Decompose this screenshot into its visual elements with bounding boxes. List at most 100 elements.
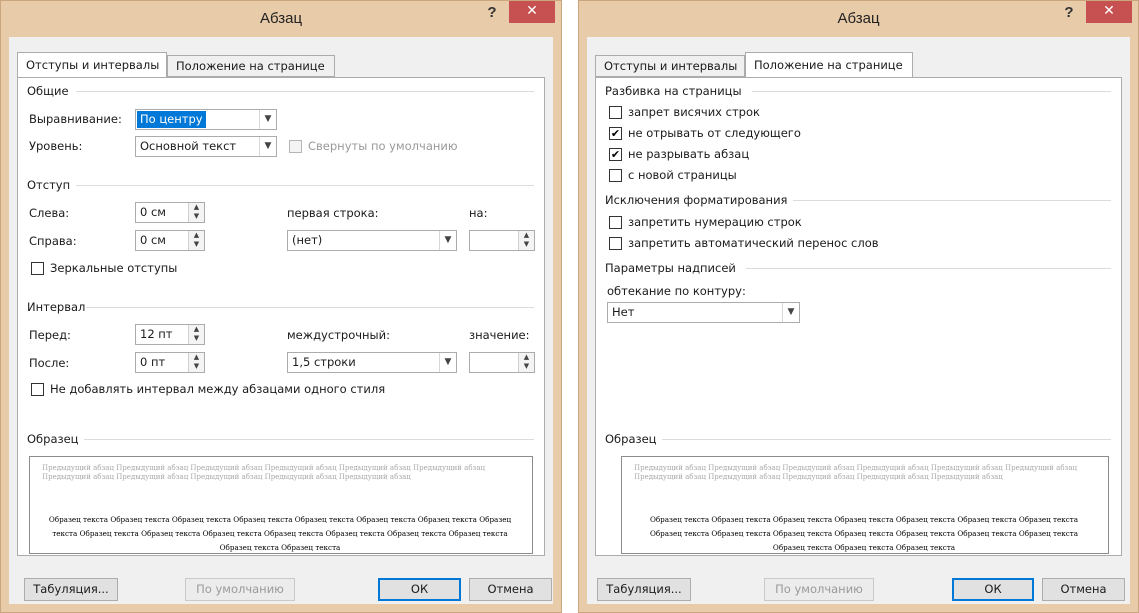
- spacing-before-value: 12 пт: [140, 327, 173, 341]
- tab-line-page-breaks[interactable]: Положение на странице: [745, 52, 913, 77]
- spin-down-icon[interactable]: ▼: [519, 240, 534, 249]
- page-break-before-checkbox[interactable]: [609, 169, 622, 182]
- alignment-select[interactable]: По центру ▼: [135, 109, 277, 130]
- suppress-line-numbers-label: запретить нумерацию строк: [628, 215, 802, 229]
- collapsed-by-default-checkbox[interactable]: [289, 140, 302, 153]
- first-line-select[interactable]: (нет) ▼: [287, 230, 457, 251]
- line-spacing-label: междустрочный:: [287, 328, 390, 342]
- outline-level-select[interactable]: Основной текст ▼: [135, 136, 277, 157]
- alignment-value: По центру: [137, 111, 206, 128]
- title-bar: Абзац ? ✕: [579, 1, 1138, 37]
- close-icon[interactable]: ✕: [1086, 1, 1132, 23]
- spin-down-icon[interactable]: ▼: [519, 362, 534, 371]
- group-divider: [76, 185, 534, 186]
- indent-left-spinner[interactable]: 0 см ▲ ▼: [135, 202, 205, 223]
- spin-down-icon[interactable]: ▼: [189, 334, 204, 343]
- spacing-at-spinner[interactable]: ▲ ▼: [469, 352, 535, 373]
- indent-right-label: Справа:: [29, 234, 77, 248]
- spin-up-icon[interactable]: ▲: [189, 325, 204, 334]
- group-pagination-title: Разбивка на страницы: [605, 84, 742, 98]
- line-spacing-value: 1,5 строки: [292, 355, 356, 369]
- keep-lines-together-label: не разрывать абзац: [628, 147, 750, 161]
- dialog-title: Абзац: [837, 10, 880, 27]
- alignment-label: Выравнивание:: [29, 112, 122, 126]
- spin-down-icon[interactable]: ▼: [189, 212, 204, 221]
- indent-left-label: Слева:: [29, 206, 70, 220]
- spin-up-icon[interactable]: ▲: [189, 203, 204, 212]
- keep-with-next-checkbox[interactable]: ✔: [609, 127, 622, 140]
- no-space-same-style-checkbox[interactable]: [31, 383, 44, 396]
- paragraph-dialog-indents: Абзац ? ✕ Отступы и интервалы Положение …: [0, 0, 562, 613]
- ok-button[interactable]: ОК: [952, 578, 1034, 601]
- indent-right-spinner[interactable]: 0 см ▲ ▼: [135, 230, 205, 251]
- dont-hyphenate-label: запретить автоматический перенос слов: [628, 236, 879, 250]
- group-divider: [662, 439, 1111, 440]
- mirror-indents-checkbox[interactable]: [31, 262, 44, 275]
- spin-buttons[interactable]: ▲ ▼: [188, 353, 204, 372]
- spacing-after-label: После:: [29, 356, 70, 370]
- mirror-indents-label: Зеркальные отступы: [50, 261, 178, 275]
- tab-indents-spacing[interactable]: Отступы и интервалы: [17, 52, 167, 77]
- spin-up-icon[interactable]: ▲: [519, 353, 534, 362]
- group-divider: [746, 268, 1111, 269]
- indent-left-value: 0 см: [140, 205, 166, 219]
- spacing-before-label: Перед:: [29, 328, 71, 342]
- spin-buttons[interactable]: ▲ ▼: [518, 353, 534, 372]
- first-line-label: первая строка:: [287, 206, 379, 220]
- help-icon[interactable]: ?: [479, 3, 505, 25]
- tabs-button[interactable]: Табуляция...: [24, 578, 118, 601]
- spin-buttons[interactable]: ▲ ▼: [188, 325, 204, 344]
- cancel-button[interactable]: Отмена: [1042, 578, 1125, 601]
- cancel-button[interactable]: Отмена: [469, 578, 552, 601]
- chevron-down-icon: ▼: [259, 137, 276, 156]
- dialog-body: Отступы и интервалы Положение на страниц…: [587, 37, 1130, 604]
- ok-button[interactable]: ОК: [378, 578, 461, 601]
- first-line-value: (нет): [292, 233, 323, 247]
- spin-down-icon[interactable]: ▼: [189, 240, 204, 249]
- spacing-after-spinner[interactable]: 0 пт ▲ ▼: [135, 352, 205, 373]
- close-icon[interactable]: ✕: [509, 1, 555, 23]
- tab-panel: Общие Выравнивание: По центру ▼ Уровень:…: [17, 77, 545, 556]
- group-divider: [84, 439, 534, 440]
- preview-box: Предыдущий абзац Предыдущий абзац Предыд…: [621, 456, 1109, 554]
- tab-indents-spacing[interactable]: Отступы и интервалы: [595, 55, 745, 77]
- paragraph-dialog-page-breaks: Абзац ? ✕ Отступы и интервалы Положение …: [578, 0, 1139, 613]
- group-general-title: Общие: [27, 84, 69, 98]
- widow-control-label: запрет висячих строк: [628, 105, 760, 119]
- preview-previous-paragraph: Предыдущий абзац Предыдущий абзац Предыд…: [42, 464, 486, 481]
- spin-buttons[interactable]: ▲ ▼: [188, 203, 204, 222]
- spin-buttons[interactable]: ▲ ▼: [518, 231, 534, 250]
- spin-down-icon[interactable]: ▼: [189, 362, 204, 371]
- set-default-button[interactable]: По умолчанию: [185, 578, 295, 601]
- page-break-before-label: с новой страницы: [628, 168, 737, 182]
- spin-up-icon[interactable]: ▲: [519, 231, 534, 240]
- indent-by-spinner[interactable]: ▲ ▼: [469, 230, 535, 251]
- tight-wrap-select[interactable]: Нет ▼: [607, 302, 800, 323]
- spacing-before-spinner[interactable]: 12 пт ▲ ▼: [135, 324, 205, 345]
- group-spacing-title: Интервал: [27, 300, 86, 314]
- line-spacing-select[interactable]: 1,5 строки ▼: [287, 352, 457, 373]
- group-divider: [86, 307, 534, 308]
- spin-up-icon[interactable]: ▲: [189, 353, 204, 362]
- group-exceptions-title: Исключения форматирования: [605, 193, 788, 207]
- spin-up-icon[interactable]: ▲: [189, 231, 204, 240]
- group-divider: [793, 200, 1111, 201]
- tabs-button[interactable]: Табуляция...: [597, 578, 691, 601]
- keep-lines-together-checkbox[interactable]: ✔: [609, 148, 622, 161]
- set-default-button[interactable]: По умолчанию: [764, 578, 874, 601]
- tab-line-page-breaks[interactable]: Положение на странице: [167, 55, 335, 77]
- chevron-down-icon: ▼: [259, 110, 276, 129]
- widow-control-checkbox[interactable]: [609, 106, 622, 119]
- outline-level-label: Уровень:: [29, 139, 83, 153]
- group-preview-title: Образец: [27, 432, 79, 446]
- indent-right-value: 0 см: [140, 233, 166, 247]
- preview-sample-text: Образец текста Образец текста Образец те…: [48, 515, 512, 552]
- keep-with-next-label: не отрывать от следующего: [628, 126, 801, 140]
- preview-previous-paragraph: Предыдущий абзац Предыдущий абзац Предыд…: [634, 464, 1078, 481]
- collapsed-by-default-label: Свернуты по умолчанию: [308, 139, 458, 153]
- dialog-title: Абзац: [259, 10, 303, 27]
- suppress-line-numbers-checkbox[interactable]: [609, 216, 622, 229]
- help-icon[interactable]: ?: [1056, 3, 1082, 25]
- spin-buttons[interactable]: ▲ ▼: [188, 231, 204, 250]
- dont-hyphenate-checkbox[interactable]: [609, 237, 622, 250]
